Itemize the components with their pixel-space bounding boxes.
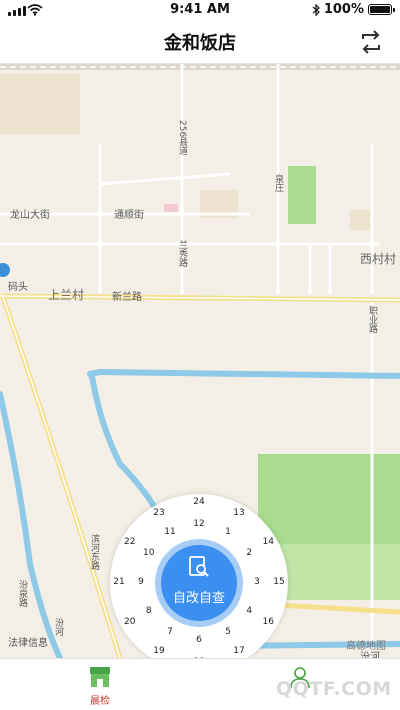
dial-hour-number[interactable]: 11	[163, 527, 177, 537]
map-label: 汾泉路	[17, 580, 27, 607]
map-label: 256县道	[177, 120, 187, 156]
dial-hour-number[interactable]: 3	[250, 577, 264, 587]
nav-bar: 金和饭店	[0, 20, 400, 64]
tab-morning-check[interactable]: 晨检	[0, 659, 200, 710]
dial-hour-number[interactable]: 4	[242, 606, 256, 616]
hour-dial[interactable]: 123456789101112131415161718192021222324 …	[110, 494, 288, 672]
dial-hour-number[interactable]: 6	[192, 635, 206, 645]
map-label: 泉庄	[273, 174, 283, 192]
map-label: 滨河东路	[89, 534, 99, 570]
dial-hour-number[interactable]: 10	[142, 548, 156, 558]
map-label: 通顺街	[114, 210, 144, 221]
dial-hour-number[interactable]: 1	[221, 527, 235, 537]
battery-percent: 100%	[323, 2, 364, 17]
dial-hour-number[interactable]: 13	[232, 508, 246, 518]
status-bar: 9:41 AM 100%	[0, 0, 400, 20]
page-title: 金和饭店	[164, 33, 236, 54]
dial-hour-number[interactable]: 19	[152, 646, 166, 656]
map-label: 码头	[8, 282, 28, 293]
dial-hour-number[interactable]: 12	[192, 519, 206, 529]
dial-hour-number[interactable]: 8	[142, 606, 156, 616]
dial-hour-number[interactable]: 2	[242, 548, 256, 558]
map-label: 新兰路	[112, 292, 142, 303]
self-inspect-label: 自改自查	[172, 591, 225, 606]
map-label: 兰秀路	[177, 240, 187, 267]
self-inspect-button[interactable]: 自改自查	[161, 545, 237, 621]
map-label: 西村村	[360, 252, 397, 266]
dial-hour-number[interactable]: 22	[123, 537, 137, 547]
map-brand-logo: 高德地图	[346, 641, 386, 652]
dial-hour-number[interactable]: 9	[134, 577, 148, 587]
dial-hour-number[interactable]: 17	[232, 646, 246, 656]
map-label: 汾河	[53, 618, 63, 636]
document-search-icon	[189, 556, 209, 577]
dial-hour-number[interactable]: 24	[192, 497, 206, 507]
battery-icon	[368, 4, 395, 15]
map-label: 龙山大街	[10, 210, 50, 221]
dial-hour-number[interactable]: 23	[152, 508, 166, 518]
bluetooth-icon	[312, 3, 320, 16]
dial-hour-number[interactable]: 15	[272, 577, 286, 587]
dial-hour-number[interactable]: 20	[123, 617, 137, 627]
dial-hour-number[interactable]: 21	[112, 577, 126, 587]
map-label: 职业路	[367, 306, 377, 333]
dial-hour-number[interactable]: 16	[261, 617, 275, 627]
swap-arrows-icon[interactable]	[358, 30, 384, 54]
dial-hour-number[interactable]: 5	[221, 627, 235, 637]
map-label[interactable]: 法律信息	[8, 634, 48, 649]
dial-hour-number[interactable]: 14	[261, 537, 275, 547]
map-label: 上兰村	[48, 288, 85, 302]
tab-label: 晨检	[90, 696, 110, 707]
watermark: QQTF.COM	[276, 678, 392, 700]
storefront-icon	[90, 667, 110, 687]
dial-hour-number[interactable]: 7	[163, 627, 177, 637]
